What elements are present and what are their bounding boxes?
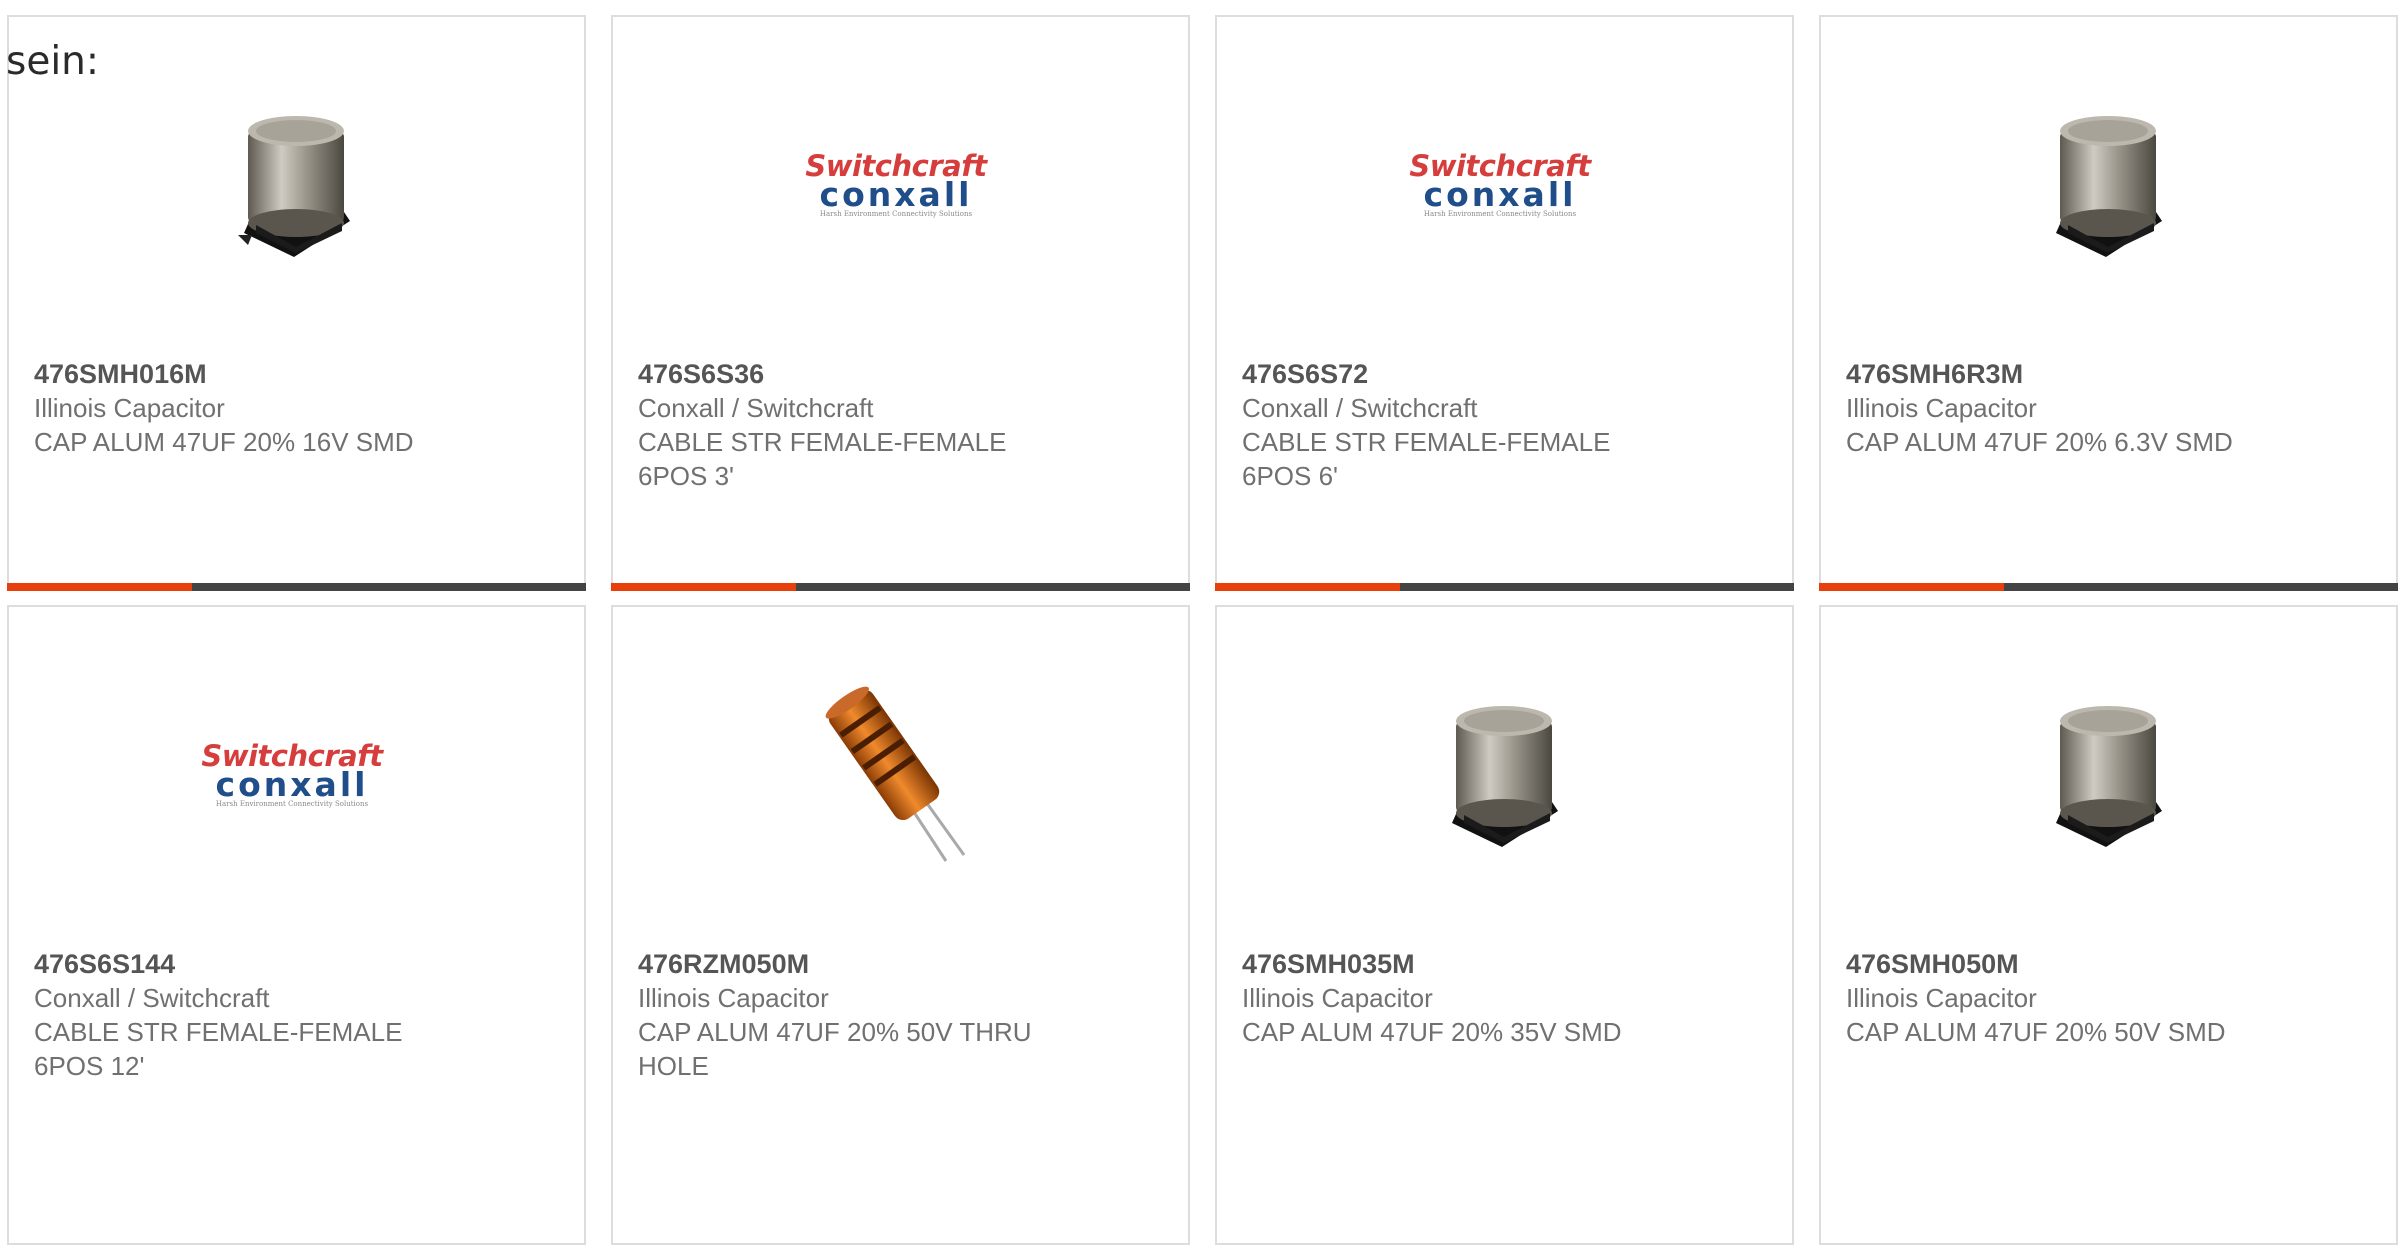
logo-line2: conxall [215,765,369,804]
logo-tagline: Harsh Environment Connectivity Solutions [215,800,369,808]
product-image[interactable]: Switchcraft conxall Harsh Environment Co… [796,85,996,285]
intro-text: sein: [6,39,100,84]
description-line: CABLE STR FEMALE-FEMALE [638,427,1007,457]
product-card[interactable]: Switchcraft conxall Harsh Environment Co… [611,15,1190,591]
radial-capacitor-icon [825,686,966,862]
part-number[interactable]: 476S6S144 [34,947,554,981]
progress-bar [7,583,586,591]
manufacturer: Conxall / Switchcraft [34,983,270,1013]
product-card[interactable]: 476SMH016M Illinois Capacitor CAP ALUM 4… [7,15,586,591]
switchcraft-conxall-logo: Switchcraft conxall Harsh Environment Co… [796,151,996,219]
product-image[interactable]: Switchcraft conxall Harsh Environment Co… [192,675,392,875]
description: CAP ALUM 47UF 20% 50V SMD [1846,1017,2226,1047]
progress-fill [1215,583,1401,591]
product-card[interactable]: 476SMH035M Illinois Capacitor CAP ALUM 4… [1215,605,1794,1245]
manufacturer: Illinois Capacitor [1846,393,2037,423]
description: CAP ALUM 47UF 20% 6.3V SMD [1846,427,2233,457]
description-line: CABLE STR FEMALE-FEMALE [1242,427,1611,457]
description-line: CAP ALUM 47UF 20% 50V THRU [638,1017,1032,1047]
switchcraft-conxall-logo: Switchcraft conxall Harsh Environment Co… [192,741,392,809]
product-image[interactable] [2004,85,2204,285]
logo-line2: conxall [819,175,973,214]
part-number[interactable]: 476SMH016M [34,357,554,391]
description-line: 6POS 6' [1242,461,1339,491]
manufacturer: Illinois Capacitor [1242,983,1433,1013]
product-image[interactable] [796,675,996,875]
description-line: 6POS 12' [34,1051,145,1081]
logo-tagline: Harsh Environment Connectivity Solutions [1423,210,1577,218]
part-number[interactable]: 476S6S72 [1242,357,1762,391]
product-image[interactable] [192,85,392,285]
product-card[interactable]: Switchcraft conxall Harsh Environment Co… [7,605,586,1245]
manufacturer: Illinois Capacitor [638,983,829,1013]
manufacturer: Illinois Capacitor [1846,983,2037,1013]
part-number[interactable]: 476SMH6R3M [1846,357,2366,391]
smd-capacitor-icon [1452,706,1558,847]
progress-fill [7,583,193,591]
product-card[interactable]: 476RZM050M Illinois Capacitor CAP ALUM 4… [611,605,1190,1245]
part-number[interactable]: 476RZM050M [638,947,1158,981]
logo-tagline: Harsh Environment Connectivity Solutions [819,210,973,218]
part-number[interactable]: 476SMH050M [1846,947,2366,981]
description-line: CABLE STR FEMALE-FEMALE [34,1017,403,1047]
product-card[interactable]: 476SMH050M Illinois Capacitor CAP ALUM 4… [1819,605,2398,1245]
manufacturer: Illinois Capacitor [34,393,225,423]
switchcraft-conxall-logo: Switchcraft conxall Harsh Environment Co… [1400,151,1600,219]
smd-capacitor-icon [238,116,350,257]
progress-bar [611,583,1190,591]
product-image[interactable] [1400,675,1600,875]
progress-bar [1819,583,2398,591]
progress-fill [611,583,797,591]
description-line: HOLE [638,1051,709,1081]
product-image[interactable] [2004,675,2204,875]
progress-bar [1215,583,1794,591]
part-number[interactable]: 476SMH035M [1242,947,1762,981]
smd-capacitor-icon [2056,706,2162,847]
product-card[interactable]: Switchcraft conxall Harsh Environment Co… [1215,15,1794,591]
logo-line2: conxall [1423,175,1577,214]
progress-fill [1819,583,2005,591]
product-image[interactable]: Switchcraft conxall Harsh Environment Co… [1400,85,1600,285]
description: CAP ALUM 47UF 20% 16V SMD [34,427,414,457]
description: CAP ALUM 47UF 20% 35V SMD [1242,1017,1622,1047]
product-card[interactable]: 476SMH6R3M Illinois Capacitor CAP ALUM 4… [1819,15,2398,591]
description-line: 6POS 3' [638,461,735,491]
manufacturer: Conxall / Switchcraft [1242,393,1478,423]
manufacturer: Conxall / Switchcraft [638,393,874,423]
smd-capacitor-icon [2056,116,2162,257]
part-number[interactable]: 476S6S36 [638,357,1158,391]
